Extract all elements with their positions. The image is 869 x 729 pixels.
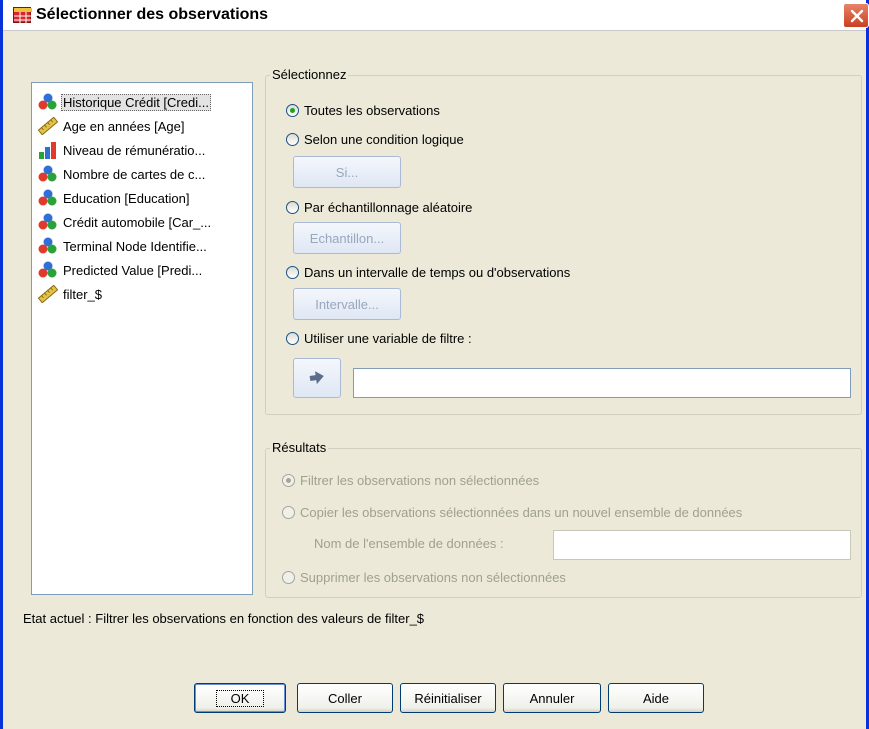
list-item-label: Age en années [Age] [63,118,185,134]
ordinal-icon [38,141,58,159]
sample-button[interactable]: Echantillon... [293,222,401,254]
reset-button[interactable]: Réinitialiser [400,683,496,713]
filter-variable-field[interactable] [353,368,851,398]
ok-button-label: OK [215,689,265,707]
paste-button[interactable]: Coller [297,683,393,713]
radio-button[interactable] [286,332,299,345]
help-button[interactable]: Aide [608,683,704,713]
nominal-icon [38,261,58,279]
radio-all-cases[interactable]: Toutes les observations [286,103,440,118]
radio-range[interactable]: Dans un intervalle de temps ou d'observa… [286,265,570,280]
list-item-label: Nombre de cartes de c... [63,166,206,182]
radio-button[interactable] [286,201,299,214]
list-item[interactable]: Terminal Node Identifie... [38,235,250,257]
radio-random-sample-label: Par échantillonnage aléatoire [304,200,473,215]
ok-button[interactable]: OK [194,683,286,713]
cancel-button-label: Annuler [529,690,575,706]
radio-button[interactable] [286,104,299,117]
nominal-icon [38,189,58,207]
select-group-legend: Sélectionnez [270,67,349,82]
radio-if-condition-label: Selon une condition logique [304,132,464,147]
radio-button[interactable] [282,571,295,584]
close-button[interactable] [843,3,869,28]
list-item[interactable]: Historique Crédit [Credi... [38,91,250,113]
status-text: Etat actuel : Filtrer les observations e… [23,611,425,626]
nominal-icon [38,165,58,183]
radio-filter-unselected-label: Filtrer les observations non sélectionné… [300,473,540,488]
list-item-label: Education [Education] [63,190,190,206]
dataset-name-field[interactable] [553,530,851,560]
dialog-window: Sélectionner des observations Historique… [0,0,869,729]
if-button-label: Si... [335,164,359,180]
radio-button[interactable] [286,133,299,146]
list-item[interactable]: Nombre de cartes de c... [38,163,250,185]
nominal-icon [38,213,58,231]
radio-random-sample[interactable]: Par échantillonnage aléatoire [286,200,472,215]
list-item[interactable]: Crédit automobile [Car_... [38,211,250,233]
radio-delete-unselected-label: Supprimer les observations non sélection… [300,570,566,585]
dialog-title: Sélectionner des observations [36,6,269,23]
radio-filter-unselected[interactable]: Filtrer les observations non sélectionné… [282,473,539,488]
list-item-label: Predicted Value [Predi... [63,262,203,278]
output-group-legend: Résultats [270,440,329,455]
nominal-icon [38,237,58,255]
cancel-button[interactable]: Annuler [503,683,601,713]
list-item[interactable]: Predicted Value [Predi... [38,259,250,281]
list-item-label: Crédit automobile [Car_... [63,214,212,230]
list-item-label: Terminal Node Identifie... [63,238,207,254]
move-variable-button[interactable] [293,358,341,398]
radio-button[interactable] [282,474,295,487]
title-bar[interactable]: Sélectionner des observations [3,0,869,31]
nominal-icon [38,93,58,111]
reset-button-label: Réinitialiser [414,690,482,706]
list-item-label: Niveau de rémunératio... [63,142,206,158]
list-item-label: Historique Crédit [Credi... [61,93,211,111]
radio-copy-dataset-label: Copier les observations sélectionnées da… [300,505,743,520]
radio-if-condition[interactable]: Selon une condition logique [286,132,464,147]
help-button-label: Aide [642,690,670,706]
close-icon [850,9,864,23]
scale-icon [38,116,59,136]
list-item[interactable]: Niveau de rémunératio... [38,139,250,161]
radio-range-label: Dans un intervalle de temps ou d'observa… [304,265,571,280]
range-button-label: Intervalle... [315,296,379,312]
radio-button[interactable] [286,266,299,279]
list-item-label: filter_$ [63,286,103,302]
radio-all-cases-label: Toutes les observations [304,103,440,118]
range-button[interactable]: Intervalle... [293,288,401,320]
radio-filter-variable-label: Utiliser une variable de filtre : [304,331,472,346]
arrow-right-icon [309,371,324,385]
variable-list[interactable]: Historique Crédit [Credi... Age en années… [31,82,253,595]
dataset-name-label: Nom de l'ensemble de données : [314,536,504,551]
list-item[interactable]: filter_$ [38,283,250,305]
radio-copy-dataset[interactable]: Copier les observations sélectionnées da… [282,505,742,520]
list-item[interactable]: Age en années [Age] [38,115,250,137]
data-table-icon [13,7,32,24]
sample-button-label: Echantillon... [309,230,385,246]
radio-delete-unselected[interactable]: Supprimer les observations non sélection… [282,570,566,585]
radio-filter-variable[interactable]: Utiliser une variable de filtre : [286,331,472,346]
paste-button-label: Coller [328,690,362,706]
scale-icon [38,284,59,304]
if-button[interactable]: Si... [293,156,401,188]
radio-button[interactable] [282,506,295,519]
list-item[interactable]: Education [Education] [38,187,250,209]
